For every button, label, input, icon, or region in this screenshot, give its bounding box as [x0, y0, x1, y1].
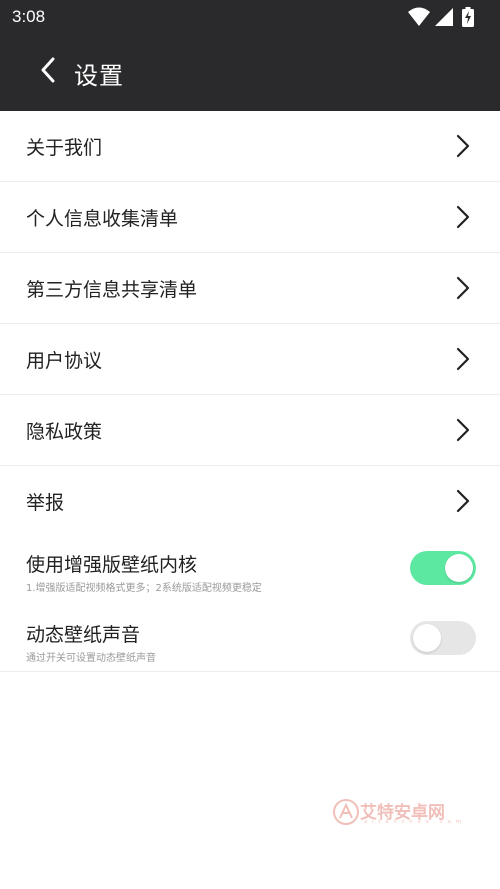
page-title: 设置 — [74, 62, 124, 90]
menu-item-third-party-sharing[interactable]: 第三方信息共享清单 — [0, 253, 500, 324]
watermark-subtext: aitanzhuo.com — [364, 819, 466, 825]
menu-item-user-agreement[interactable]: 用户协议 — [0, 324, 500, 395]
menu-item-about-us[interactable]: 关于我们 — [0, 111, 500, 182]
setting-wallpaper-sound: 动态壁纸声音 通过开关可设置动态壁纸声音 — [0, 606, 500, 676]
battery-charging-icon — [462, 7, 474, 31]
settings-list: 关于我们 个人信息收集清单 第三方信息共享清单 用户协议 隐私政策 举报 — [0, 111, 500, 536]
back-button[interactable] — [28, 52, 68, 92]
cellular-signal-icon — [434, 7, 454, 31]
wallpaper-sound-toggle[interactable] — [410, 621, 476, 655]
chevron-left-icon — [40, 57, 56, 87]
chevron-right-icon — [456, 276, 470, 300]
setting-enhanced-kernel: 使用增强版壁纸内核 1.增强版适配视频格式更多；2系统版适配视频更稳定 — [0, 536, 500, 606]
enhanced-kernel-toggle[interactable] — [410, 551, 476, 585]
chevron-right-icon — [456, 205, 470, 229]
toggle-knob — [413, 624, 441, 652]
chevron-right-icon — [456, 134, 470, 158]
menu-item-label: 用户协议 — [26, 350, 103, 372]
menu-item-report[interactable]: 举报 — [0, 466, 500, 536]
menu-item-label: 隐私政策 — [26, 421, 103, 443]
setting-subtitle: 1.增强版适配视频格式更多；2系统版适配视频更稳定 — [26, 583, 262, 594]
status-bar: 3:08 — [0, 0, 500, 34]
wifi-icon — [408, 7, 430, 31]
status-time: 3:08 — [12, 7, 46, 26]
setting-title: 动态壁纸声音 — [26, 624, 141, 646]
app-bar: 设置 — [0, 34, 500, 111]
divider — [0, 671, 500, 672]
menu-item-label: 关于我们 — [26, 137, 103, 159]
chevron-right-icon — [456, 489, 470, 513]
setting-title: 使用增强版壁纸内核 — [26, 554, 198, 576]
menu-item-personal-info-collection[interactable]: 个人信息收集清单 — [0, 182, 500, 253]
menu-item-label: 举报 — [26, 492, 65, 514]
menu-item-label: 个人信息收集清单 — [26, 208, 179, 230]
chevron-right-icon — [456, 347, 470, 371]
menu-item-privacy-policy[interactable]: 隐私政策 — [0, 395, 500, 466]
watermark-logo-icon — [332, 798, 360, 830]
menu-item-label: 第三方信息共享清单 — [26, 279, 198, 301]
chevron-right-icon — [456, 418, 470, 442]
setting-subtitle: 通过开关可设置动态壁纸声音 — [26, 653, 156, 664]
toggle-knob — [445, 554, 473, 582]
